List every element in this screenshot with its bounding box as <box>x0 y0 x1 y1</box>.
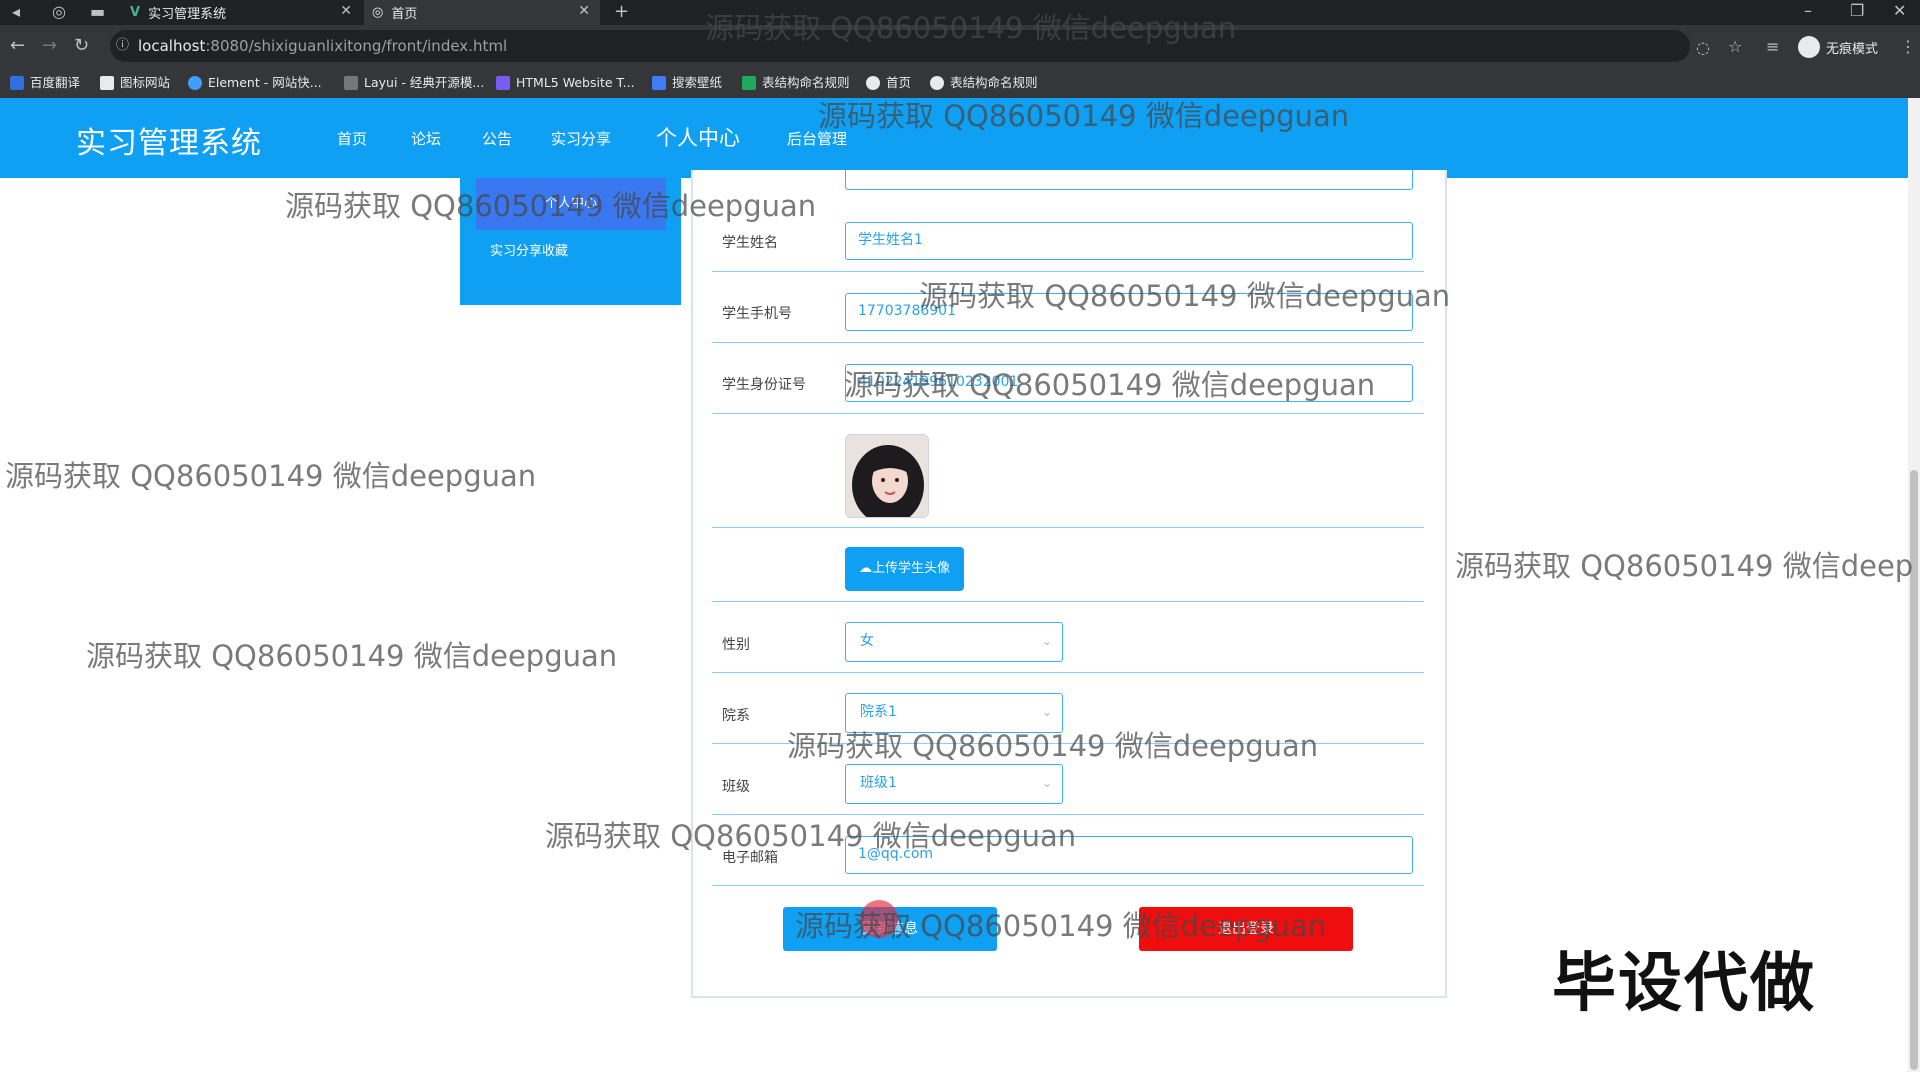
star-icon[interactable]: ☆ <box>1728 37 1742 57</box>
globe-icon <box>866 76 880 90</box>
cursor-highlight <box>860 900 898 938</box>
info-icon: ⓘ <box>116 38 130 53</box>
bookmark-item[interactable]: Element - 网站快... <box>188 70 322 96</box>
department-label: 院系 <box>722 708 750 724</box>
window-icon[interactable]: ▬ <box>90 2 105 22</box>
bookmark-item[interactable]: 表结构命名规则 <box>930 70 1038 96</box>
reading-list-icon[interactable]: ≡ <box>1766 37 1779 57</box>
back-icon[interactable]: ← <box>10 36 25 56</box>
close-icon[interactable]: ✕ <box>340 3 352 19</box>
nav-profile[interactable]: 个人中心 <box>656 122 740 152</box>
sheet-icon <box>742 76 756 90</box>
bookmark-item[interactable]: 图标网站 <box>100 70 170 96</box>
url-input[interactable]: ⓘ localhost:8080/shixiguanlixitong/front… <box>110 30 1690 62</box>
menu-icon[interactable]: ⋮ <box>1900 37 1916 57</box>
watermark: 源码获取 QQ86050149 微信deepguan <box>86 639 618 673</box>
app-brand: 实习管理系统 <box>76 126 262 161</box>
upload-avatar-button[interactable]: ☁上传学生头像 <box>845 547 964 591</box>
app-navbar <box>0 98 1908 178</box>
wallpaper-icon <box>652 76 666 90</box>
globe-icon <box>930 76 944 90</box>
globe-icon: ◎ <box>372 5 384 20</box>
restore-icon[interactable]: ❐ <box>1850 1 1864 21</box>
bookmark-item[interactable]: 百度翻译 <box>10 70 80 96</box>
nav-admin[interactable]: 后台管理 <box>787 128 847 149</box>
row-divider <box>712 527 1424 528</box>
department-select[interactable]: 院系1 ⌄ <box>845 693 1063 733</box>
nav-forum[interactable]: 论坛 <box>411 128 441 149</box>
watermark: 源码获取 QQ86050149 微信deepguan <box>5 459 537 493</box>
student-name-label: 学生姓名 <box>722 235 778 251</box>
eye-off-icon[interactable]: ◌ <box>1696 38 1710 58</box>
new-tab-icon[interactable]: + <box>614 2 629 22</box>
row-divider <box>712 743 1424 744</box>
minimize-icon[interactable]: – <box>1804 1 1812 21</box>
class-label: 班级 <box>722 779 750 795</box>
nav-share[interactable]: 实习分享 <box>551 128 611 149</box>
watermark: 源码获取 QQ86050149 微信deep <box>1455 549 1914 583</box>
translate-icon <box>10 76 24 90</box>
row-divider <box>712 672 1424 673</box>
tab-app[interactable]: V 实习管理系统 ✕ <box>122 0 362 25</box>
bookmark-item[interactable]: HTML5 Website T... <box>496 70 635 96</box>
element-icon <box>188 76 202 90</box>
sidebar-item-profile[interactable]: 个人中心 <box>476 178 666 230</box>
row-divider <box>712 271 1424 272</box>
close-icon[interactable]: ✕ <box>578 3 590 19</box>
logout-button[interactable]: 退出登录 <box>1139 907 1353 951</box>
html5-icon <box>496 76 510 90</box>
student-avatar <box>845 434 929 518</box>
promo-stamp: 毕设代做 <box>1552 947 1816 1021</box>
close-window-icon[interactable]: ✕ <box>1893 1 1906 21</box>
tab-title: 实习管理系统 <box>148 7 227 22</box>
email-label: 电子邮箱 <box>722 850 778 866</box>
row-divider <box>712 342 1424 343</box>
cloud-upload-icon: ☁ <box>858 561 872 576</box>
globe-icon[interactable]: ◎ <box>52 2 66 22</box>
reload-icon[interactable]: ↻ <box>74 36 89 56</box>
bookmark-item[interactable]: 搜索壁纸 <box>652 70 722 96</box>
student-phone-label: 学生手机号 <box>722 306 792 322</box>
url-host: localhost <box>138 37 206 55</box>
email-input[interactable]: 1@qq.com <box>845 836 1413 874</box>
row-divider <box>712 413 1424 414</box>
sidebar-item-share-favorites[interactable]: 实习分享收藏 <box>490 240 568 259</box>
tab-home[interactable]: ◎ 首页 ✕ <box>364 0 600 25</box>
bookmark-item[interactable]: Layui - 经典开源模... <box>344 70 484 96</box>
row-divider <box>712 814 1424 815</box>
avatar-image <box>846 435 928 517</box>
tab-title: 首页 <box>391 7 418 22</box>
incognito-label: 无痕模式 <box>1826 42 1879 57</box>
student-phone-input[interactable]: 17703786901 <box>845 293 1413 331</box>
scrollbar-thumb[interactable] <box>1910 470 1918 1070</box>
chevron-down-icon: ⌄ <box>1041 705 1052 719</box>
flag-icon <box>100 76 114 90</box>
row-divider <box>712 885 1424 886</box>
nav-home[interactable]: 首页 <box>337 128 367 149</box>
student-idcard-label: 学生身份证号 <box>722 377 806 393</box>
forward-icon[interactable]: → <box>42 36 57 56</box>
chevron-down-icon: ⌄ <box>1041 776 1052 790</box>
student-name-input[interactable]: 学生姓名1 <box>845 222 1413 260</box>
class-select[interactable]: 班级1 ⌄ <box>845 764 1063 804</box>
bookmark-item[interactable]: 表结构命名规则 <box>742 70 850 96</box>
bookmark-item[interactable]: 首页 <box>866 70 911 96</box>
vue-icon: V <box>130 5 141 20</box>
mute-icon[interactable]: ◂ <box>12 2 20 22</box>
layui-icon <box>344 76 358 90</box>
url-path: :8080/shixiguanlixitong/front/index.html <box>205 37 508 55</box>
gender-label: 性别 <box>722 637 750 653</box>
row-divider <box>712 601 1424 602</box>
student-idcard-input[interactable]: 410224199610232001 <box>845 364 1413 402</box>
chevron-down-icon: ⌄ <box>1041 634 1052 648</box>
username-input[interactable] <box>845 170 1413 190</box>
gender-select[interactable]: 女 ⌄ <box>845 622 1063 662</box>
nav-notice[interactable]: 公告 <box>482 128 512 149</box>
incognito-icon <box>1798 36 1820 58</box>
